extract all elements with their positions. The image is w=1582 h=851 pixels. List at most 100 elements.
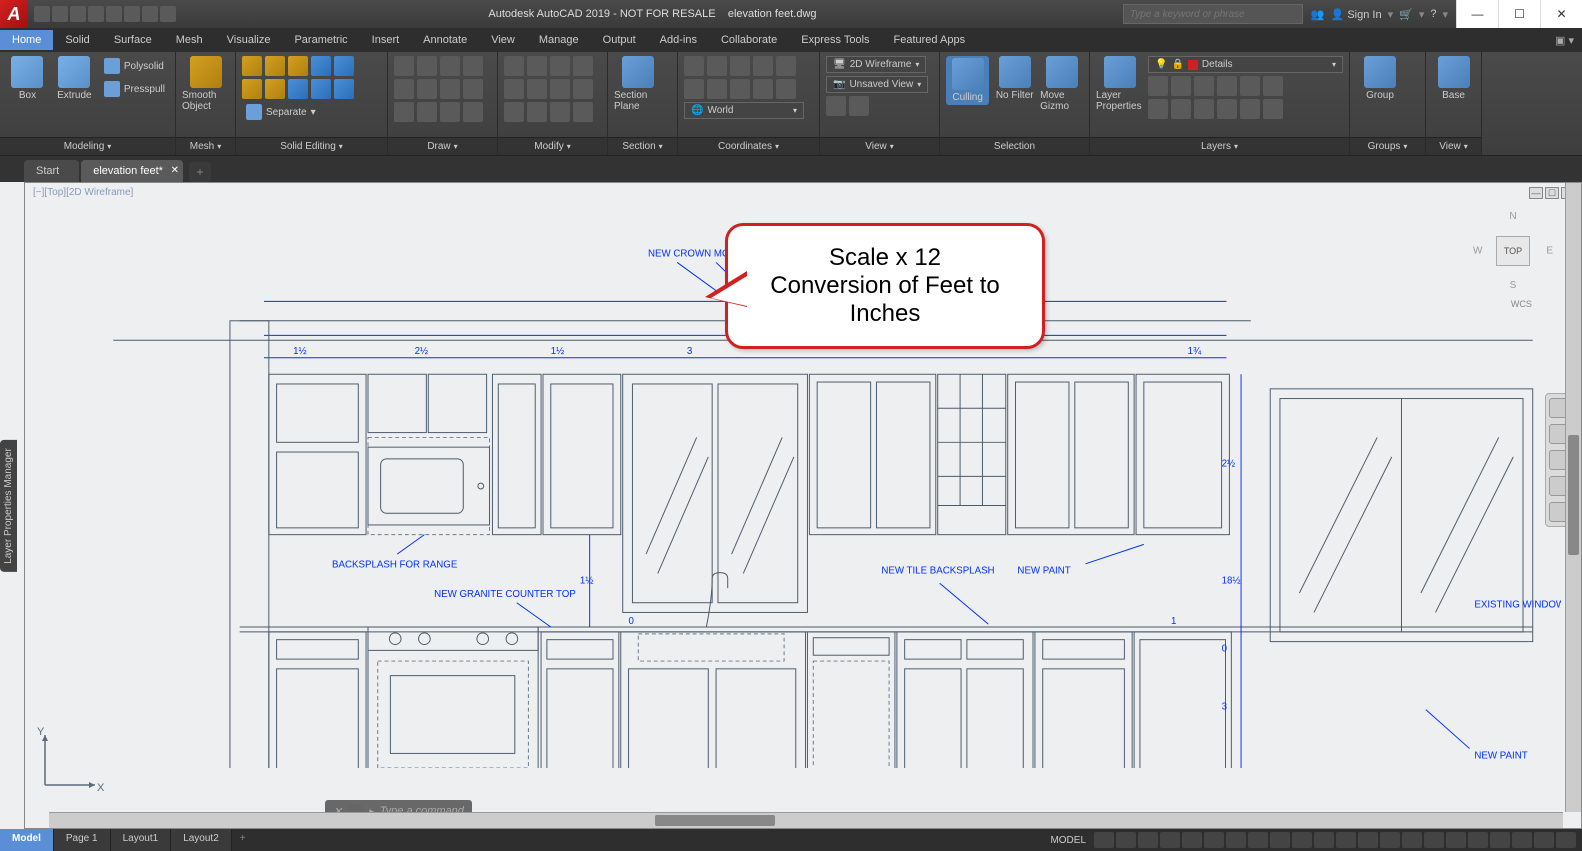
exchange-icon[interactable]: 🛒 (1399, 8, 1413, 21)
infocenter-icon[interactable]: 👥 (1311, 8, 1325, 21)
qat-new-icon[interactable] (34, 6, 50, 22)
help-icon[interactable]: ? (1430, 8, 1436, 20)
panel-modeling[interactable]: Modeling (0, 137, 175, 155)
pline-icon[interactable] (417, 56, 437, 76)
culling-button[interactable]: Culling (946, 56, 989, 105)
union-icon[interactable] (242, 56, 262, 76)
tab-parametric[interactable]: Parametric (282, 30, 359, 50)
v1-icon[interactable] (826, 96, 846, 116)
fillet-icon[interactable] (550, 79, 570, 99)
rotate-icon[interactable] (527, 56, 547, 76)
layout-add-button[interactable]: + (232, 829, 254, 851)
ribbon-minimize-icon[interactable]: ▣ ▾ (1547, 34, 1582, 47)
polar-icon[interactable] (1160, 832, 1180, 848)
no-filter-button[interactable]: No Filter (993, 56, 1036, 101)
l2-icon[interactable] (1171, 76, 1191, 96)
vp-min-icon[interactable]: — (1529, 187, 1543, 199)
m4-icon[interactable] (573, 56, 593, 76)
tab-mesh[interactable]: Mesh (164, 30, 215, 50)
panel-groups[interactable]: Groups (1350, 137, 1425, 155)
annomonitor-icon[interactable] (1380, 832, 1400, 848)
search-input[interactable] (1123, 4, 1303, 24)
rect-icon[interactable] (394, 79, 414, 99)
trim-icon[interactable] (550, 56, 570, 76)
l10-icon[interactable] (1217, 99, 1237, 119)
customize-icon[interactable] (1556, 832, 1576, 848)
se1-icon[interactable] (311, 56, 331, 76)
tab-featured[interactable]: Featured Apps (882, 30, 978, 50)
move-icon[interactable] (504, 56, 524, 76)
layout-tab-page1[interactable]: Page 1 (54, 829, 111, 851)
transparency-icon[interactable] (1248, 832, 1268, 848)
ucs7-icon[interactable] (707, 79, 727, 99)
panel-view[interactable]: View (820, 137, 939, 155)
smooth-object-button[interactable]: Smooth Object (182, 56, 229, 112)
viewcube[interactable]: N S E W TOP WCS (1473, 211, 1553, 291)
tab-surface[interactable]: Surface (102, 30, 164, 50)
base-button[interactable]: Base (1432, 56, 1475, 101)
minimize-button[interactable]: — (1456, 0, 1498, 28)
l5-icon[interactable] (1240, 76, 1260, 96)
vertical-scrollbar[interactable] (1565, 183, 1581, 812)
se3-icon[interactable] (242, 79, 262, 99)
ucs9-icon[interactable] (753, 79, 773, 99)
ucs5-icon[interactable] (776, 56, 796, 76)
hatch-icon[interactable] (440, 79, 460, 99)
qat-undo-icon[interactable] (142, 6, 158, 22)
file-tab-start[interactable]: Start (24, 160, 79, 182)
qat-redo-icon[interactable] (160, 6, 176, 22)
viewport-label[interactable]: [−][Top][2D Wireframe] (33, 187, 133, 198)
cleanscreen-icon[interactable] (1534, 832, 1554, 848)
layout-tab-layout2[interactable]: Layout2 (171, 829, 232, 851)
qat-web-icon[interactable] (106, 6, 122, 22)
panel-mesh[interactable]: Mesh (176, 137, 235, 155)
ucs10-icon[interactable] (776, 79, 796, 99)
tab-annotate[interactable]: Annotate (411, 30, 479, 50)
cycling-icon[interactable] (1270, 832, 1290, 848)
annoscale-icon[interactable] (1468, 832, 1488, 848)
l6-icon[interactable] (1263, 76, 1283, 96)
line-icon[interactable] (394, 56, 414, 76)
panel-draw[interactable]: Draw (388, 137, 497, 155)
polysolid-button[interactable]: Polysolid (100, 56, 169, 76)
copy-icon[interactable] (504, 79, 524, 99)
l3-icon[interactable] (1194, 76, 1214, 96)
layout-tab-model[interactable]: Model (0, 829, 54, 851)
ucs2-icon[interactable] (707, 56, 727, 76)
presspull-button[interactable]: Presspull (100, 79, 169, 99)
subtract-icon[interactable] (265, 56, 285, 76)
ucs4-icon[interactable] (753, 56, 773, 76)
d6-icon[interactable] (463, 102, 483, 122)
tab-visualize[interactable]: Visualize (215, 30, 283, 50)
l11-icon[interactable] (1240, 99, 1260, 119)
3dosnap-icon[interactable] (1292, 832, 1312, 848)
panel-coordinates[interactable]: Coordinates (678, 137, 819, 155)
layer-details-dropdown[interactable]: 💡🔒Details (1148, 56, 1343, 73)
se6-icon[interactable] (311, 79, 331, 99)
layer-properties-button[interactable]: Layer Properties (1096, 56, 1144, 112)
workspace-icon[interactable] (1446, 832, 1466, 848)
sign-in-button[interactable]: 👤 Sign In (1331, 8, 1382, 21)
tab-addins[interactable]: Add-ins (648, 30, 709, 50)
tab-home[interactable]: Home (0, 30, 53, 50)
intersect-icon[interactable] (288, 56, 308, 76)
qat-plot-icon[interactable] (124, 6, 140, 22)
tab-output[interactable]: Output (591, 30, 648, 50)
file-tab-current[interactable]: elevation feet*✕ (81, 160, 183, 182)
group-button[interactable]: Group (1356, 56, 1404, 101)
l7-icon[interactable] (1148, 99, 1168, 119)
ucs8-icon[interactable] (730, 79, 750, 99)
extrude-button[interactable]: Extrude (53, 56, 96, 101)
maximize-button[interactable]: ☐ (1498, 0, 1540, 28)
panel-modify[interactable]: Modify (498, 137, 607, 155)
app-logo[interactable]: A (0, 0, 28, 28)
filter-status-icon[interactable] (1336, 832, 1356, 848)
hardware-icon[interactable] (1490, 832, 1510, 848)
close-button[interactable]: ✕ (1540, 0, 1582, 28)
snap-icon[interactable] (1116, 832, 1136, 848)
section-plane-button[interactable]: Section Plane (614, 56, 662, 112)
dynucs-icon[interactable] (1314, 832, 1334, 848)
saved-view-dropdown[interactable]: 📷Unsaved View (826, 76, 928, 93)
vp-max-icon[interactable]: ☐ (1545, 187, 1559, 199)
isolate-icon[interactable] (1512, 832, 1532, 848)
